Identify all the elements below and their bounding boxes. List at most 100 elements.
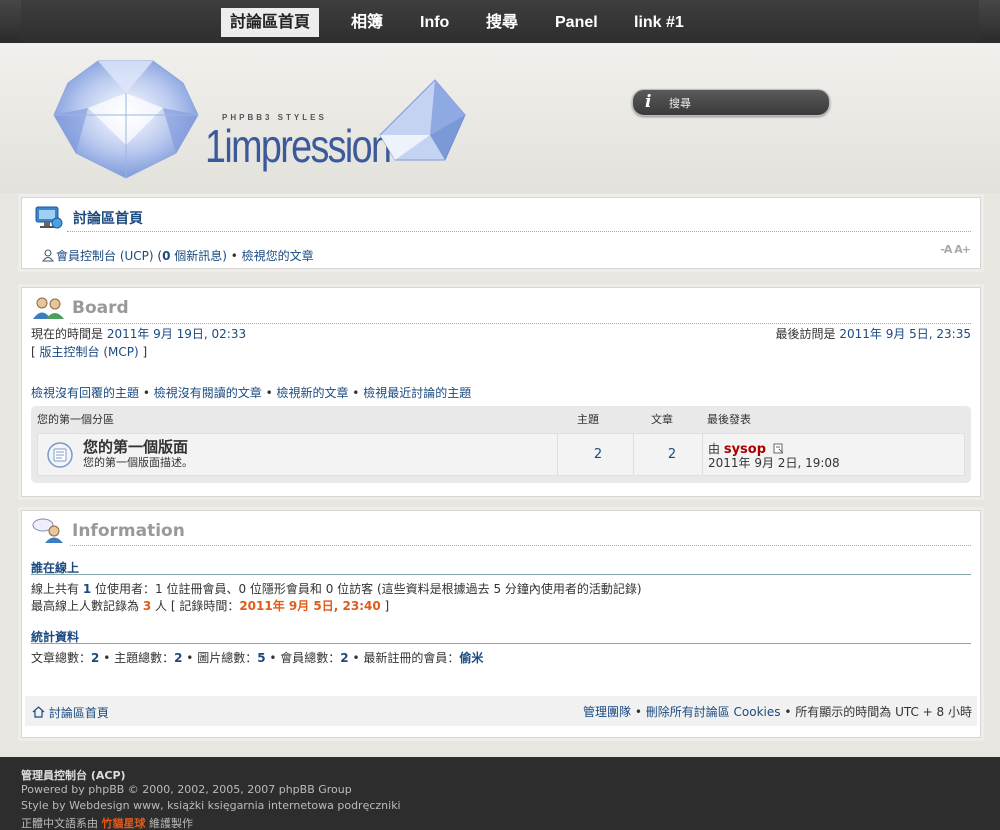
- divider: [31, 574, 971, 575]
- nav-item-index[interactable]: 討論區首頁: [221, 8, 320, 37]
- search-input[interactable]: [669, 95, 819, 111]
- record-text: ]: [380, 599, 390, 613]
- brand-logo-text[interactable]: 1impression: [205, 119, 392, 173]
- breadcrumb-panel: 討論區首頁 會員控制台 (UCP) (0 個新訊息) • 檢視您的文章 -A A…: [21, 197, 981, 269]
- footer-right-links: 管理團隊 • 刪除所有討論區 Cookies • 所有顯示的時間為 UTC + …: [583, 705, 972, 719]
- users-group-icon: [33, 297, 64, 319]
- divider: [67, 231, 971, 232]
- new-messages-link[interactable]: 個新訊息): [170, 249, 227, 263]
- forum-topics-count: 2: [593, 447, 603, 462]
- last-visit-label: 最後訪問是: [775, 327, 840, 341]
- quick-links: 檢視沒有回覆的主題 • 檢視沒有閱讀的文章 • 檢視新的文章 • 檢視最近討論的…: [31, 386, 472, 400]
- statistics-summary: 文章總數：2 • 主題總數：2 • 圖片總數：5 • 會員總數：2 • 最新註冊…: [31, 651, 484, 665]
- user-links: 會員控制台 (UCP) (0 個新訊息) • 檢視您的文章: [42, 247, 314, 264]
- powered-by: Powered by phpBB © 2000, 2002, 2005, 200…: [21, 783, 352, 796]
- nav-item-gallery[interactable]: 相簿: [342, 8, 392, 37]
- footer-navbar: 討論區首頁 管理團隊 • 刪除所有討論區 Cookies • 所有顯示的時間為 …: [25, 696, 977, 726]
- home-icon: [32, 706, 45, 718]
- nav-item-panel[interactable]: Panel: [546, 8, 607, 37]
- stat-members: 2: [340, 651, 349, 665]
- view-latest-post-icon[interactable]: [773, 443, 784, 454]
- translation-text: 正體中文語系由: [21, 817, 102, 830]
- forum-read-icon: [47, 442, 73, 468]
- record-text: 人 [ 記錄時間：: [151, 599, 240, 613]
- timezone-text: 所有顯示的時間為 UTC + 8 小時: [795, 705, 972, 719]
- messages-open: (: [153, 249, 163, 263]
- stat-label: 會員總數：: [280, 651, 341, 665]
- stat-label: 圖片總數：: [197, 651, 258, 665]
- delete-cookies-link[interactable]: 刪除所有討論區 Cookies: [646, 705, 781, 719]
- information-title: Information: [72, 521, 185, 541]
- forum-posts-count: 2: [667, 447, 677, 462]
- mcp-link[interactable]: 版主控制台 (MCP): [40, 345, 139, 359]
- footer-home-link[interactable]: 討論區首頁: [49, 706, 109, 720]
- information-panel: Information 誰在線上 線上共有 1 位使用者：1 位註冊會員、0 位…: [21, 510, 981, 738]
- acp-link[interactable]: 管理員控制台 (ACP): [21, 767, 126, 783]
- diamond-logo-image: [53, 60, 199, 179]
- bullet: •: [230, 249, 242, 263]
- search-box[interactable]: i: [632, 89, 830, 116]
- last-post-time: 2011年 9月 2日, 19:08: [708, 456, 840, 470]
- forum-row[interactable]: 您的第一個版面 您的第一個版面描述。 2 2 由 sysop 2011年 9月 …: [37, 433, 965, 476]
- team-link[interactable]: 管理團隊: [583, 705, 631, 719]
- category-header[interactable]: 您的第一個分區: [37, 406, 114, 432]
- stat-images: 5: [257, 651, 266, 665]
- translator-link[interactable]: 竹貓星球: [102, 817, 146, 830]
- topics-header: 主題: [577, 413, 599, 426]
- stat-topics: 2: [174, 651, 183, 665]
- info-icon: i: [645, 92, 652, 112]
- new-posts-link[interactable]: 檢視新的文章: [276, 386, 348, 400]
- site-header: PHPBB3 STYLES 1impression i: [0, 43, 1000, 193]
- posts-header: 文章: [651, 413, 673, 426]
- stat-label: 最新註冊的會員：: [363, 651, 460, 665]
- stat-posts: 2: [91, 651, 100, 665]
- top-nav-bar: 討論區首頁 相簿 Info 搜尋 Panel link #1: [0, 0, 1000, 43]
- active-topics-link[interactable]: 檢視最近討論的主題: [363, 386, 471, 400]
- top-nav-inner: 討論區首頁 相簿 Info 搜尋 Panel link #1: [21, 0, 979, 43]
- divider: [31, 643, 971, 644]
- column-separator: [633, 434, 634, 475]
- record-text: 最高線上人數記錄為: [31, 599, 143, 613]
- column-separator: [557, 434, 558, 475]
- online-summary: 線上共有 1 位使用者：1 位註冊會員、0 位隱形會員和 0 位訪客 (這些資料…: [31, 580, 642, 597]
- record-count: 3: [142, 599, 152, 613]
- mcp-link-wrap: [ 版主控制台 (MCP) ]: [31, 345, 148, 359]
- current-time-value: 2011年 9月 19日, 02:33: [106, 327, 247, 341]
- board-panel: Board 現在的時間是 2011年 9月 19日, 02:33 最後訪問是 2…: [21, 287, 981, 497]
- divider: [70, 545, 971, 546]
- ucp-link[interactable]: 會員控制台 (UCP): [56, 249, 154, 263]
- unanswered-topics-link[interactable]: 檢視沒有回覆的主題: [31, 386, 139, 400]
- page-title[interactable]: 討論區首頁: [73, 208, 143, 228]
- online-total: 1: [82, 582, 92, 596]
- current-time-label: 現在的時間是: [31, 327, 107, 341]
- last-visit-value: 2011年 9月 5日, 23:35: [839, 327, 971, 341]
- small-diamond-image: [379, 79, 466, 161]
- view-posts-link[interactable]: 檢視您的文章: [242, 249, 314, 263]
- stat-label: 主題總數：: [114, 651, 175, 665]
- column-separator: [702, 434, 703, 475]
- font-size-toggle[interactable]: -A A+: [940, 243, 971, 256]
- stat-label: 文章總數：: [31, 651, 92, 665]
- nav-item-search[interactable]: 搜尋: [477, 8, 527, 37]
- translation-credit: 正體中文語系由 竹貓星球 維護製作: [21, 815, 193, 830]
- current-time: 現在的時間是 2011年 9月 19日, 02:33: [31, 325, 246, 342]
- nav-item-info[interactable]: Info: [411, 8, 458, 37]
- unread-posts-link[interactable]: 檢視沒有閱讀的文章: [154, 386, 262, 400]
- translation-text: 維護製作: [145, 817, 193, 830]
- last-post-header: 最後發表: [707, 413, 751, 426]
- board-title: Board: [72, 298, 129, 318]
- forum-list: 您的第一個分區 主題 文章 最後發表 您的第一個版面 您的第一個版面描述。 2 …: [31, 406, 971, 483]
- chat-users-icon: [32, 518, 63, 543]
- style-credit: Style by Webdesign www, książki księgarn…: [21, 799, 401, 812]
- nav-item-link1[interactable]: link #1: [625, 8, 693, 37]
- divider: [70, 323, 971, 324]
- home-computer-icon: [35, 206, 63, 229]
- newest-member-link[interactable]: 偷米: [459, 651, 483, 665]
- site-footer: 管理員控制台 (ACP) Powered by phpBB © 2000, 20…: [0, 757, 1000, 830]
- online-record: 最高線上人數記錄為 3 人 [ 記錄時間：2011年 9月 5日, 23:40 …: [31, 597, 389, 614]
- forum-description: 您的第一個版面描述。: [83, 456, 193, 469]
- online-text: 線上共有: [31, 582, 83, 596]
- user-icon: [42, 249, 54, 262]
- last-visit: 最後訪問是 2011年 9月 5日, 23:35: [776, 325, 971, 342]
- footer-home-link-wrap: 討論區首頁: [32, 704, 109, 721]
